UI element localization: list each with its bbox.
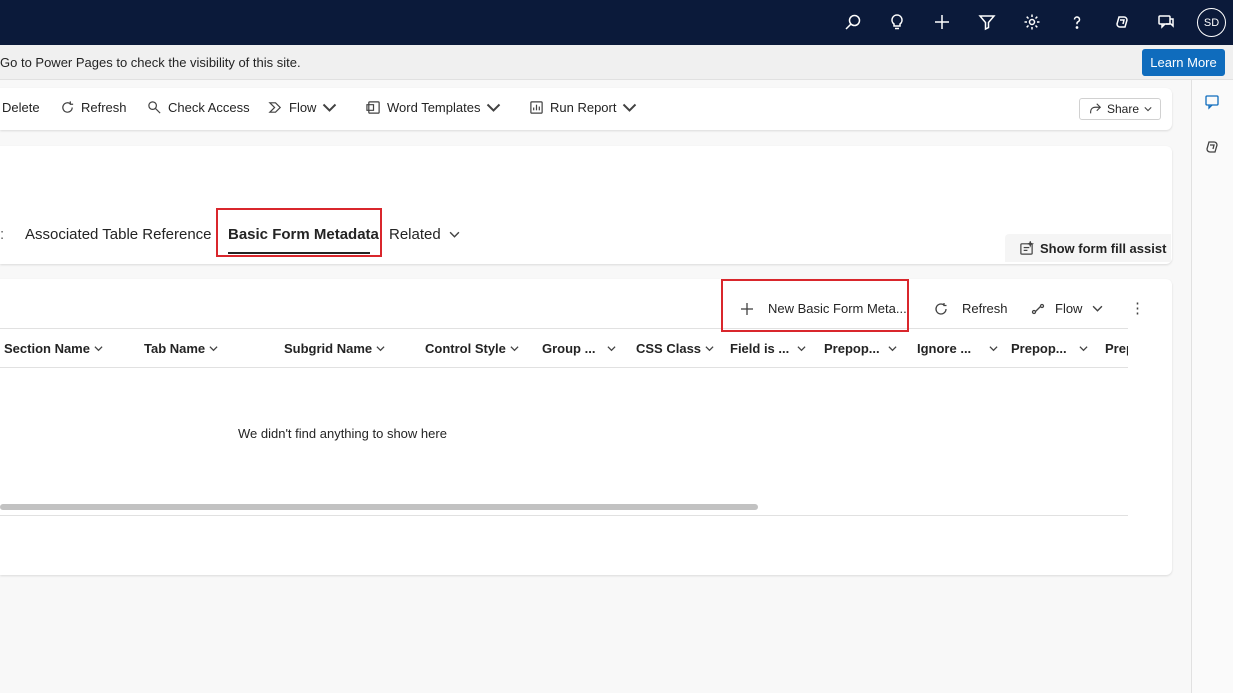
subgrid-flow-label: Flow (1055, 301, 1083, 316)
run-report-button[interactable]: Run Report (529, 100, 637, 115)
share-label: Share (1106, 102, 1140, 116)
share-icon (1090, 103, 1102, 114)
column-header-ignore[interactable]: Ignore ... (917, 341, 998, 356)
notification-text: Go to Power Pages to check the visibilit… (0, 55, 301, 70)
column-label: Subgrid Name (284, 341, 373, 356)
show-form-fill-assist-button[interactable]: Show form fill assist (1005, 234, 1171, 262)
chevron-down-icon (94, 346, 103, 352)
column-label: Prepop... (1011, 341, 1067, 356)
chevron-down-icon (449, 231, 460, 238)
chevron-down-icon (705, 346, 714, 352)
more-commands-icon[interactable]: ⋮ (1130, 299, 1145, 317)
horizontal-scrollbar[interactable] (0, 504, 758, 510)
column-label: Field is ... (730, 341, 790, 356)
column-header-control-style[interactable]: Control Style (425, 341, 519, 356)
learn-more-button[interactable]: Learn More (1142, 49, 1225, 76)
grid-footer-divider (0, 515, 1128, 516)
empty-state-message: We didn't find anything to show here (238, 426, 447, 441)
column-header-row: Section Name Tab Name Subgrid Name Contr… (0, 328, 1128, 368)
column-label: Prep (1105, 341, 1128, 356)
form-header: : Associated Table Reference Basic Form … (0, 146, 1172, 264)
refresh-icon (62, 101, 74, 113)
chevron-down-icon (487, 103, 501, 112)
plus-icon[interactable] (931, 11, 953, 33)
word-templates-button[interactable]: Word Templates (366, 100, 501, 115)
column-label: CSS Class (636, 341, 702, 356)
notification-bar: Go to Power Pages to check the visibilit… (0, 45, 1233, 80)
chevron-down-icon (1144, 107, 1152, 112)
tab-related-label: Related (389, 226, 441, 243)
column-header-css-class[interactable]: CSS Class (636, 341, 714, 356)
column-header-tab-name[interactable]: Tab Name (144, 341, 218, 356)
search-icon[interactable] (842, 11, 864, 33)
column-label: Ignore ... (917, 341, 972, 356)
chevron-down-icon (209, 346, 218, 352)
gear-icon[interactable] (1021, 11, 1043, 33)
column-label: Prepop... (824, 341, 880, 356)
copilot-icon[interactable] (1111, 11, 1133, 33)
delete-button[interactable]: Delete (2, 100, 40, 115)
highlight-box-new-button (721, 279, 909, 332)
column-header-section-name[interactable]: Section Name (4, 341, 103, 356)
right-side-rail (1191, 80, 1233, 693)
column-label: Section Name (4, 341, 90, 356)
chevron-down-icon (623, 103, 637, 112)
lightbulb-icon[interactable] (886, 11, 908, 33)
form-fill-assist-icon (1020, 240, 1034, 255)
refresh-label: Refresh (81, 100, 127, 115)
column-header-subgrid-name[interactable]: Subgrid Name (284, 341, 385, 356)
word-document-icon (366, 101, 380, 114)
flow-icon (268, 102, 282, 113)
report-icon (530, 101, 543, 114)
subgrid-refresh-label: Refresh (962, 301, 1008, 316)
chevron-down-icon (989, 346, 998, 352)
chevron-down-icon (888, 346, 897, 352)
share-button[interactable]: Share (1079, 98, 1161, 120)
subgrid-refresh-button[interactable]: Refresh (934, 301, 1008, 316)
chat-icon[interactable] (1155, 11, 1177, 33)
command-bar: Delete Refresh Check Access Flow Word Te… (0, 88, 1172, 130)
check-access-label: Check Access (168, 100, 250, 115)
chevron-down-icon (323, 103, 337, 112)
check-access-button[interactable]: Check Access (147, 100, 250, 115)
basic-form-metadata-subgrid: New Basic Form Meta... Refresh Flow ⋮ Se… (0, 279, 1172, 575)
chevron-down-icon (510, 346, 519, 352)
refresh-icon (935, 302, 947, 315)
flow-icon (1031, 303, 1045, 314)
chevron-down-icon (376, 346, 385, 352)
column-header-group[interactable]: Group ... (542, 341, 616, 356)
column-header-prepopulate-2[interactable]: Prepop... (1011, 341, 1088, 356)
highlight-box-tab (216, 208, 382, 257)
run-report-label: Run Report (550, 100, 617, 115)
tab-overflow-indicator: : (0, 226, 5, 243)
tab-related[interactable]: Related (389, 226, 460, 243)
refresh-button[interactable]: Refresh (60, 100, 127, 115)
copilot-panel-icon[interactable] (1204, 139, 1222, 157)
check-access-icon (148, 101, 161, 114)
column-header-prepopulate[interactable]: Prepop... (824, 341, 897, 356)
column-header-prepopulate-3[interactable]: Prep (1105, 341, 1128, 356)
top-navigation-bar: SD (0, 0, 1233, 45)
filter-icon[interactable] (976, 11, 998, 33)
word-templates-label: Word Templates (387, 100, 481, 115)
column-label: Tab Name (144, 341, 206, 356)
chevron-down-icon (1079, 346, 1088, 352)
flow-button[interactable]: Flow (268, 100, 337, 115)
chevron-down-icon (797, 346, 806, 352)
fill-assist-label: Show form fill assist (1040, 240, 1167, 256)
help-icon[interactable] (1066, 11, 1088, 33)
subgrid-flow-button[interactable]: Flow (1031, 301, 1103, 316)
flow-label: Flow (289, 100, 317, 115)
column-label: Group ... (542, 341, 596, 356)
delete-label: Delete (2, 100, 40, 115)
avatar[interactable]: SD (1197, 8, 1226, 37)
chevron-down-icon (1093, 305, 1103, 312)
tab-associated-table-reference[interactable]: Associated Table Reference (25, 226, 212, 243)
column-header-field-is[interactable]: Field is ... (730, 341, 806, 356)
column-label: Control Style (425, 341, 506, 356)
chat-panel-icon[interactable] (1204, 94, 1222, 112)
chevron-down-icon (607, 346, 616, 352)
